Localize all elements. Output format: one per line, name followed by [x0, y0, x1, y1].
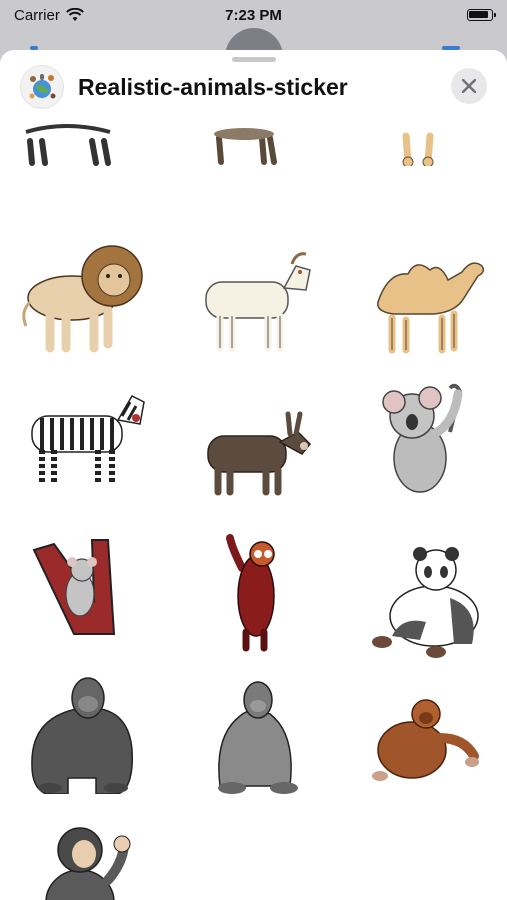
sheet-header: Realistic-animals-sticker [0, 62, 507, 112]
camel-sticker[interactable] [358, 238, 498, 358]
sticker-sheet: Realistic-animals-sticker [0, 50, 507, 900]
gorilla-sticker[interactable] [18, 674, 158, 795]
camel-partial-sticker[interactable] [366, 116, 506, 168]
close-icon [462, 79, 476, 93]
goat-sticker[interactable] [186, 238, 326, 358]
donkey-sticker[interactable] [186, 396, 326, 516]
battery-icon [467, 9, 496, 21]
red-panda-sticker[interactable] [186, 532, 326, 652]
app-icon [20, 65, 64, 109]
status-time: 7:23 PM [225, 6, 282, 24]
globe-animals-icon [29, 74, 56, 99]
gorilla-sitting-sticker[interactable] [186, 676, 326, 796]
koala-tree-sticker[interactable] [14, 532, 154, 652]
sticker-grid [0, 116, 507, 900]
zebra-sticker[interactable] [18, 376, 158, 496]
close-button[interactable] [451, 68, 487, 104]
lion-sticker[interactable] [14, 236, 154, 356]
status-bar: Carrier 7:23 PM [0, 0, 507, 30]
chimpanzee-sticker[interactable] [22, 818, 162, 900]
orangutan-sticker[interactable] [360, 682, 500, 802]
donkey-partial-sticker[interactable] [184, 116, 324, 166]
koala-sticker[interactable] [360, 378, 500, 498]
panda-sticker[interactable] [364, 540, 504, 660]
zebra-partial-sticker[interactable] [0, 116, 140, 166]
sheet-title: Realistic-animals-sticker [78, 73, 348, 100]
